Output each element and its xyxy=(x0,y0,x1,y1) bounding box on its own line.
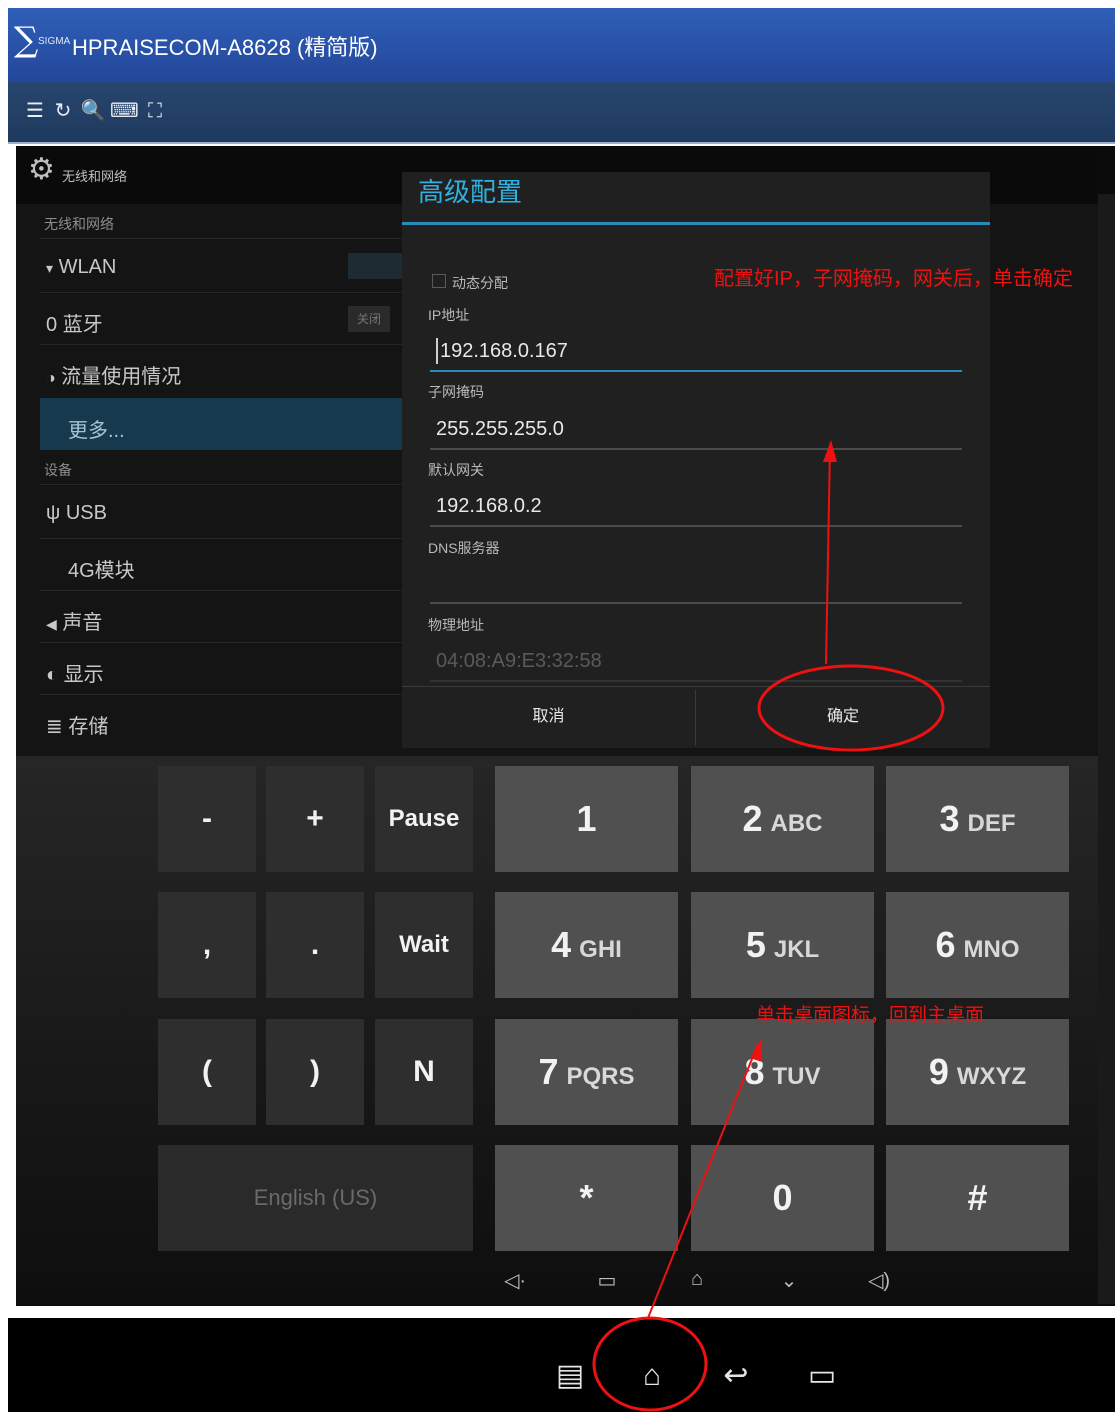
annotation-arrow-home xyxy=(647,1043,759,1319)
annotation-overlay xyxy=(592,440,945,1412)
annotation-arrow-ok xyxy=(825,447,831,665)
annotation-arrowhead-home xyxy=(750,1038,762,1062)
annotation-home-circle xyxy=(592,1316,708,1412)
annotation-arrowhead-ok xyxy=(823,440,837,462)
annotation-ok-circle xyxy=(757,664,945,752)
